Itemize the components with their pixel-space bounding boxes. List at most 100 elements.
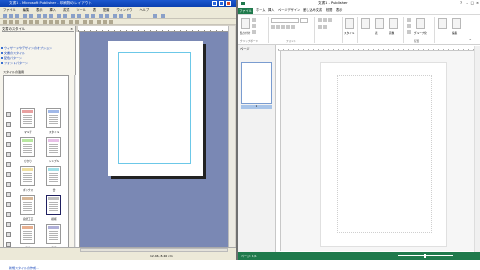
tab-page-design[interactable]: ページデザイン [278, 7, 300, 14]
tab-view[interactable]: 表示 [336, 7, 342, 14]
group-button[interactable] [416, 18, 425, 29]
link-wizard-options[interactable]: ウィザードやデザインのオプション [1, 46, 52, 50]
style-option-icon[interactable] [6, 172, 11, 177]
underline-icon[interactable] [281, 25, 285, 29]
zoom-slider-thumb[interactable] [424, 254, 426, 258]
left-horizontal-scrollbar[interactable] [80, 248, 228, 252]
maximize-icon[interactable]: □ [471, 0, 474, 7]
copy-icon[interactable] [43, 14, 47, 18]
menu-table[interactable]: 表 [93, 8, 96, 12]
close-icon[interactable]: × [70, 26, 73, 32]
zoom-out-icon[interactable] [127, 14, 131, 18]
close-button[interactable] [226, 1, 231, 6]
style-option-icon[interactable] [6, 112, 11, 117]
cut-icon[interactable] [37, 14, 41, 18]
font-size-icon[interactable] [15, 20, 19, 24]
style-option-icon[interactable] [6, 182, 11, 187]
style-option-icon[interactable] [6, 122, 11, 127]
menu-file[interactable]: ファイル [3, 8, 16, 12]
format-painter-icon[interactable] [252, 30, 256, 34]
insert-table-icon[interactable] [71, 14, 75, 18]
style-swatch-5[interactable] [20, 166, 35, 186]
indent-icon[interactable] [83, 20, 87, 24]
menu-format[interactable]: 書式 [63, 8, 69, 12]
link-color-schemes[interactable]: 配色パターン [1, 56, 22, 60]
tab-home[interactable]: ホーム [256, 7, 265, 14]
style-swatch-8[interactable] [46, 195, 61, 215]
fill-color-icon[interactable] [103, 20, 107, 24]
hyperlink-icon[interactable] [113, 14, 117, 18]
help-icon[interactable]: ? [460, 0, 462, 7]
preview-icon[interactable] [29, 14, 33, 18]
cut-icon[interactable] [252, 18, 256, 22]
bullets-icon[interactable] [75, 20, 79, 24]
draw-textbox-button[interactable] [361, 18, 370, 29]
bring-forward-icon[interactable] [407, 18, 411, 22]
align-center-icon[interactable] [323, 18, 327, 22]
select-button[interactable] [452, 18, 461, 29]
align-left-icon[interactable] [318, 18, 322, 22]
style-swatch-10[interactable] [46, 224, 61, 244]
align-left-icon[interactable] [43, 20, 47, 24]
style-option-icon[interactable] [6, 162, 11, 167]
style-option-icon[interactable] [6, 222, 11, 227]
find-button[interactable] [438, 18, 447, 29]
align-objects-icon[interactable] [407, 30, 411, 34]
style-swatch-1[interactable] [20, 108, 35, 128]
create-new-style-link[interactable]: 新規スタイルの作成... [9, 266, 39, 270]
font-color-icon[interactable] [291, 25, 295, 29]
left-vertical-scrollbar[interactable] [228, 26, 235, 247]
tab-mailings[interactable]: 差し込み文書 [303, 7, 322, 14]
underline-icon[interactable] [35, 20, 39, 24]
columns-icon[interactable] [119, 14, 123, 18]
send-back-icon[interactable] [91, 14, 95, 18]
style-icon[interactable] [3, 20, 7, 24]
insert-table-button[interactable] [375, 18, 384, 29]
paste-button[interactable] [241, 18, 250, 29]
style-option-icon[interactable] [6, 232, 11, 237]
menu-arrange[interactable]: 配置 [103, 8, 109, 12]
font-size-box[interactable] [300, 18, 308, 23]
flip-icon[interactable] [105, 14, 109, 18]
numbering-icon[interactable] [323, 25, 327, 29]
maximize-button[interactable] [219, 1, 224, 6]
italic-icon[interactable] [29, 20, 33, 24]
copy-icon[interactable] [252, 24, 256, 28]
style-option-icon[interactable] [6, 192, 11, 197]
outdent-icon[interactable] [89, 20, 93, 24]
bold-icon[interactable] [271, 25, 275, 29]
close-icon[interactable]: × [476, 0, 479, 7]
new-icon[interactable] [3, 14, 7, 18]
undo-icon[interactable] [57, 14, 61, 18]
style-option-icon[interactable] [6, 152, 11, 157]
print-icon[interactable] [23, 14, 27, 18]
style-swatch-6[interactable] [46, 166, 61, 186]
font-icon[interactable] [9, 20, 13, 24]
page-thumbnail[interactable] [241, 62, 272, 104]
strikethrough-icon[interactable] [286, 25, 290, 29]
insert-picture-icon[interactable] [77, 14, 81, 18]
menu-insert[interactable]: 挿入 [50, 8, 56, 12]
minimize-button[interactable] [212, 1, 217, 6]
numbering-icon[interactable] [69, 20, 73, 24]
styles-button[interactable] [345, 18, 354, 29]
send-backward-icon[interactable] [407, 24, 411, 28]
line-color-icon[interactable] [109, 20, 113, 24]
align-center-icon[interactable] [49, 20, 53, 24]
align-right-icon[interactable] [55, 20, 59, 24]
italic-icon[interactable] [276, 25, 280, 29]
tab-insert[interactable]: 挿入 [268, 7, 274, 14]
insert-picture-button[interactable] [389, 18, 398, 29]
bold-icon[interactable] [23, 20, 27, 24]
font-color-icon[interactable] [97, 20, 101, 24]
menu-view[interactable]: 表示 [36, 8, 42, 12]
align-right-icon[interactable] [328, 18, 332, 22]
redo-icon[interactable] [63, 14, 67, 18]
menu-tools[interactable]: ツール [76, 8, 86, 12]
minimize-icon[interactable]: – [466, 0, 468, 7]
style-option-icon[interactable] [6, 212, 11, 217]
zoom-in-icon[interactable] [153, 14, 157, 18]
right-vertical-scrollbar[interactable] [474, 46, 480, 252]
bring-front-icon[interactable] [85, 14, 89, 18]
style-swatch-9[interactable] [20, 224, 35, 244]
